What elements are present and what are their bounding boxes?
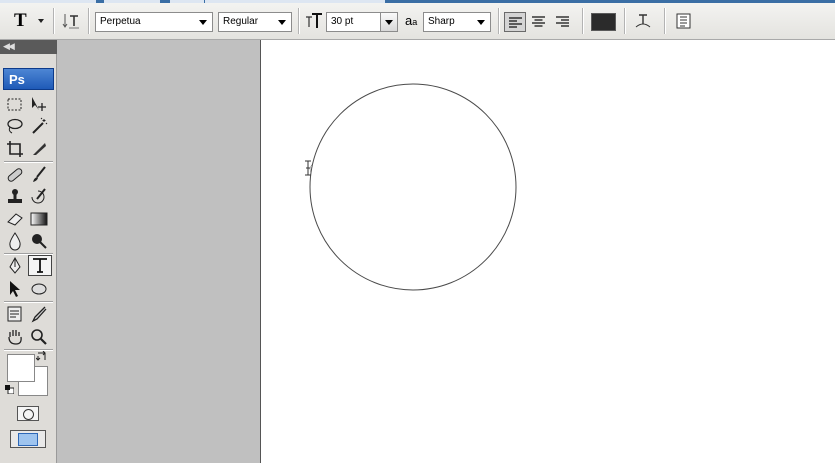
brush-tool-icon[interactable] [29,165,49,185]
clone-stamp-tool-icon[interactable] [5,187,25,207]
font-size-field[interactable]: 30 pt [326,12,398,32]
divider [88,8,90,34]
document-canvas[interactable] [260,40,835,463]
antialias-value: Sharp [428,16,455,27]
photoshop-logo[interactable]: Ps [3,68,54,90]
font-style-value: Regular [223,16,259,27]
foreground-color-swatch[interactable] [7,354,35,382]
rectangular-marquee-tool-icon[interactable] [5,95,25,115]
aa-icon-small-a: a [412,17,418,27]
history-brush-tool-icon[interactable] [29,187,49,207]
ellipse-tool-icon[interactable] [29,279,49,299]
tools-panel: ◀◀ Ps [0,40,57,463]
align-left-icon [509,17,522,28]
align-right-icon [556,16,569,27]
pen-tool-icon[interactable] [5,256,25,276]
eraser-tool-icon[interactable] [5,209,25,229]
toolbox-divider [4,161,53,163]
chevron-down-icon [477,20,485,25]
hand-tool-icon[interactable] [5,327,25,347]
blur-tool-icon[interactable] [5,231,25,251]
magic-wand-tool-icon[interactable] [29,117,49,137]
divider [582,8,584,34]
align-left-button[interactable] [504,12,526,32]
healing-brush-tool-icon[interactable] [5,165,25,185]
text-color-swatch[interactable] [591,13,616,31]
crop-tool-icon[interactable] [5,139,25,159]
circle-path [309,83,517,291]
chevron-down-icon [278,20,286,25]
gradient-tool-icon[interactable] [29,209,49,229]
zoom-tool-icon[interactable] [29,327,49,347]
horizontal-type-tool-icon: T [14,10,27,31]
move-tool-icon[interactable] [29,95,49,115]
align-right-button[interactable] [552,12,574,32]
font-family-value: Perpetua [100,16,141,27]
type-tool-icon[interactable] [28,255,52,276]
eyedropper-tool-icon[interactable] [29,304,49,324]
tools-panel-header[interactable]: ◀◀ [0,40,57,54]
warp-text-icon[interactable] [634,12,654,32]
align-center-button[interactable] [528,12,550,32]
options-bar: T Perpetua Regular 30 pt aa Sharp [0,3,835,40]
aa-icon: aa [405,13,417,28]
font-family-select[interactable]: Perpetua [95,12,213,32]
double-chevron-left-icon[interactable]: ◀◀ [3,41,15,52]
chevron-down-icon [38,19,44,23]
font-size-value: 30 pt [331,16,354,27]
lasso-tool-icon[interactable] [5,117,25,137]
divider [53,8,55,34]
toolbox-divider [4,301,53,303]
chevron-down-icon [385,20,393,25]
text-orientation-icon[interactable] [62,12,82,32]
swap-colors-icon[interactable] [35,350,48,363]
notes-tool-icon[interactable] [5,304,25,324]
divider [624,8,626,34]
antialias-select[interactable]: Sharp [423,12,491,32]
default-colors-icon[interactable] [5,385,15,395]
font-style-select[interactable]: Regular [218,12,292,32]
font-size-icon [305,12,323,33]
slice-tool-icon[interactable] [29,139,49,159]
divider [664,8,666,34]
pasteboard [58,40,260,463]
divider [298,8,300,34]
tool-preset-picker[interactable]: T [12,10,46,32]
divider [498,8,500,34]
character-paragraph-panels-icon[interactable] [675,12,695,32]
chevron-down-icon [199,20,207,25]
screen-mode-button[interactable] [10,430,46,448]
dodge-tool-icon[interactable] [29,231,49,251]
path-selection-tool-icon[interactable] [5,279,25,299]
quick-mask-button[interactable] [17,406,39,421]
align-center-icon [532,16,545,27]
font-size-dropdown-button[interactable] [380,13,397,31]
